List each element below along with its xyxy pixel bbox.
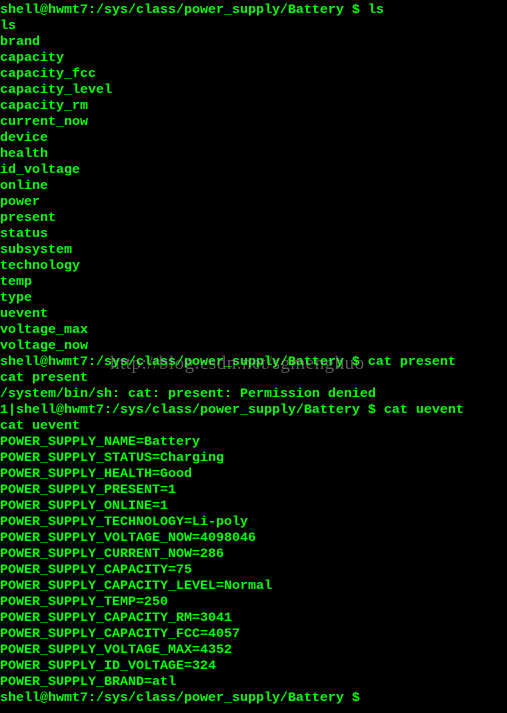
terminal-line: voltage_max — [0, 323, 88, 338]
terminal-line: status — [0, 227, 48, 242]
terminal-line: POWER_SUPPLY_CAPACITY_FCC=4057 — [0, 627, 240, 642]
terminal-line: subsystem — [0, 243, 72, 258]
terminal-line: POWER_SUPPLY_CAPACITY=75 — [0, 563, 192, 578]
terminal-line: capacity_fcc — [0, 67, 96, 82]
terminal-line: 1|shell@hwmt7:/sys/class/power_supply/Ba… — [0, 403, 464, 418]
terminal-line: type — [0, 291, 32, 306]
terminal-line: present — [0, 211, 56, 226]
terminal-line: capacity_rm — [0, 99, 88, 114]
terminal-line: temp — [0, 275, 32, 290]
terminal-line: shell@hwmt7:/sys/class/power_supply/Batt… — [0, 691, 360, 706]
terminal-line: POWER_SUPPLY_TEMP=250 — [0, 595, 168, 610]
terminal-line: uevent — [0, 307, 48, 322]
terminal-line: ls — [0, 19, 16, 34]
terminal-line: capacity — [0, 51, 64, 66]
terminal-line: POWER_SUPPLY_VOLTAGE_MAX=4352 — [0, 643, 232, 658]
terminal-line: POWER_SUPPLY_HEALTH=Good — [0, 467, 192, 482]
terminal-line: cat uevent — [0, 419, 80, 434]
terminal-line: POWER_SUPPLY_NAME=Battery — [0, 435, 200, 450]
terminal-line: POWER_SUPPLY_ID_VOLTAGE=324 — [0, 659, 216, 674]
terminal-line: health — [0, 147, 48, 162]
terminal-line: shell@hwmt7:/sys/class/power_supply/Batt… — [0, 3, 384, 18]
terminal-line: current_now — [0, 115, 88, 130]
terminal-line: /system/bin/sh: cat: present: Permission… — [0, 387, 376, 402]
terminal-line: POWER_SUPPLY_BRAND=atl — [0, 675, 176, 690]
terminal-line: id_voltage — [0, 163, 80, 178]
watermark: http://blog.csdn.net/sgmenghuo — [110, 353, 365, 374]
terminal-line: POWER_SUPPLY_STATUS=Charging — [0, 451, 224, 466]
terminal-line: POWER_SUPPLY_CAPACITY_RM=3041 — [0, 611, 232, 626]
terminal-line: POWER_SUPPLY_PRESENT=1 — [0, 483, 176, 498]
terminal-line: POWER_SUPPLY_VOLTAGE_NOW=4098046 — [0, 531, 256, 546]
terminal-line: POWER_SUPPLY_CAPACITY_LEVEL=Normal — [0, 579, 272, 594]
terminal-line: POWER_SUPPLY_TECHNOLOGY=Li-poly — [0, 515, 248, 530]
terminal-line: POWER_SUPPLY_CURRENT_NOW=286 — [0, 547, 224, 562]
terminal-line: capacity_level — [0, 83, 112, 98]
terminal-line: power — [0, 195, 40, 210]
terminal-line: online — [0, 179, 48, 194]
terminal-line: technology — [0, 259, 80, 274]
terminal-line: device — [0, 131, 48, 146]
terminal-line: brand — [0, 35, 40, 50]
terminal-line: POWER_SUPPLY_ONLINE=1 — [0, 499, 168, 514]
